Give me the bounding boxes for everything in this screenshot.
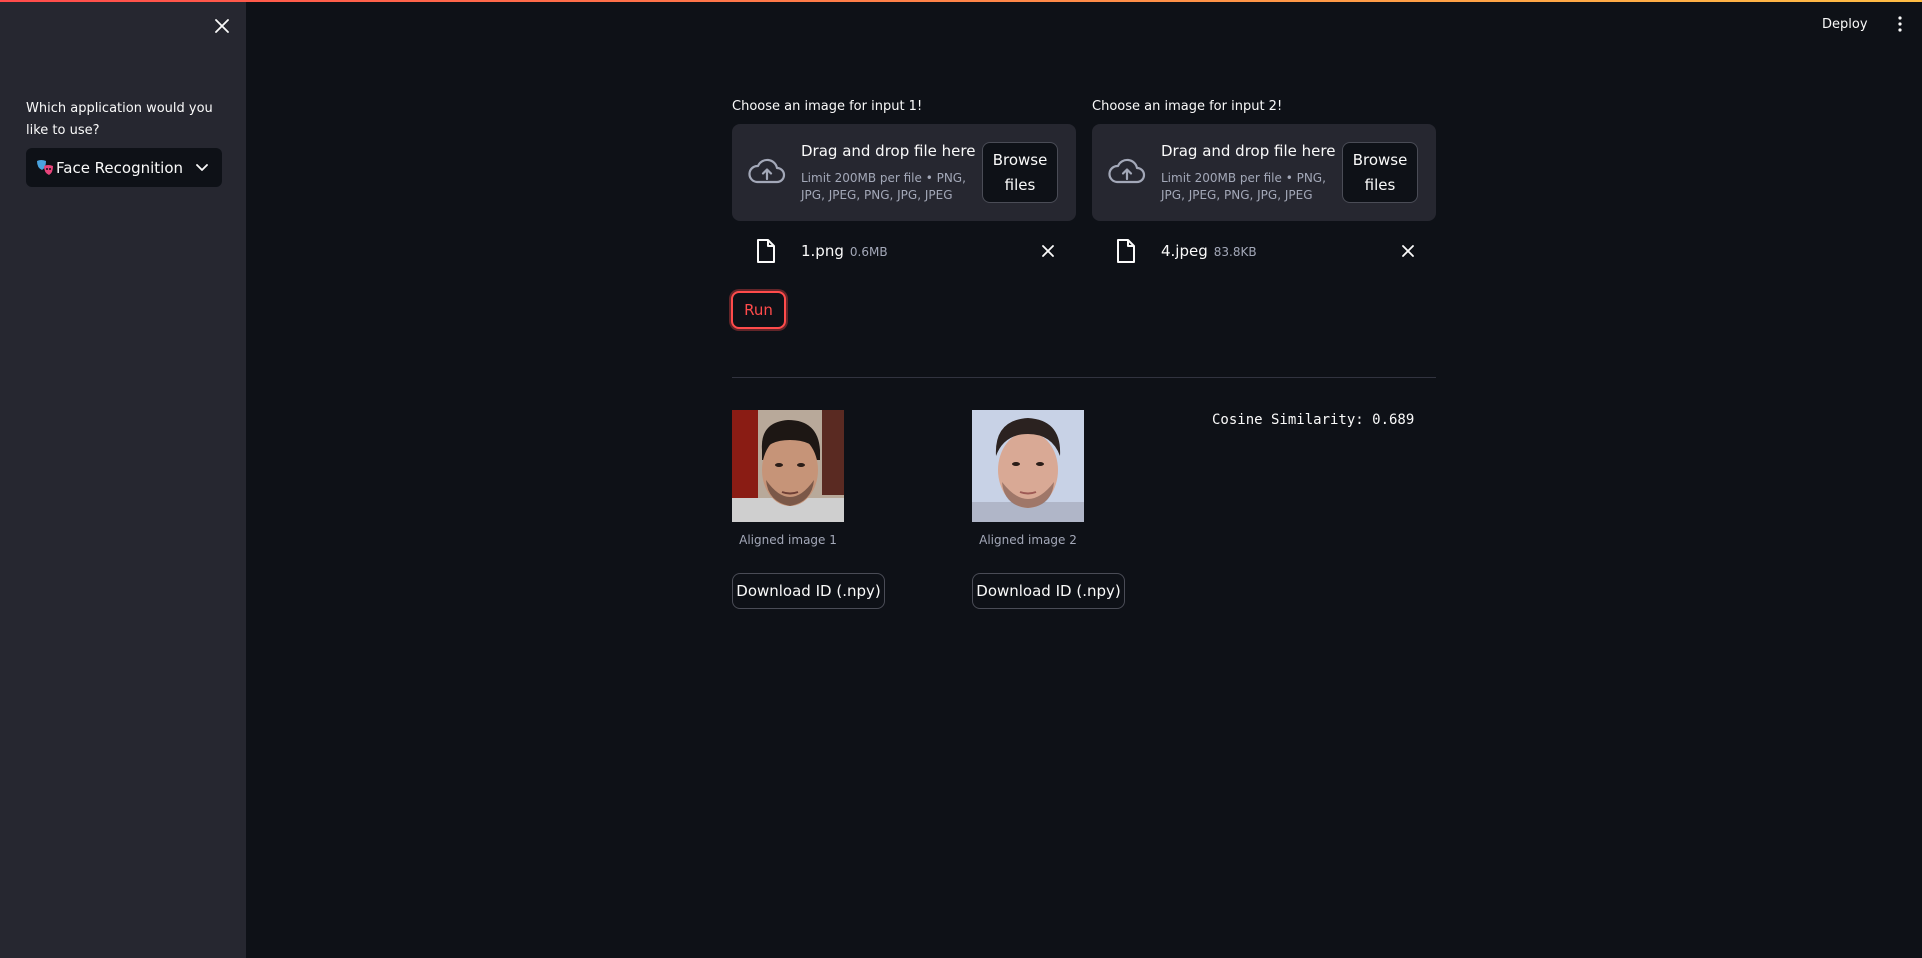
dropzone-limit-text: Limit 200MB per file • PNG, JPG, JPEG, P…: [801, 171, 966, 202]
aligned-image-1-caption: Aligned image 1: [739, 533, 837, 547]
browse-files-button[interactable]: Browse files: [1342, 142, 1418, 203]
close-icon: [1402, 245, 1414, 257]
more-vertical-icon: [1898, 16, 1902, 32]
divider: [732, 377, 1436, 378]
close-icon: [215, 19, 229, 33]
deploy-button[interactable]: Deploy: [1822, 12, 1868, 36]
uploader-1-dropzone[interactable]: Drag and drop file here Limit 200MB per …: [732, 124, 1076, 221]
download-id-button-1[interactable]: Download ID (.npy): [732, 573, 885, 609]
uploader-2-label: Choose an image for input 2!: [1092, 99, 1283, 114]
run-button[interactable]: Run: [731, 291, 786, 329]
download-id-button-2[interactable]: Download ID (.npy): [972, 573, 1125, 609]
close-icon: [1042, 245, 1054, 257]
remove-file-button[interactable]: [1398, 241, 1418, 261]
main-menu-button[interactable]: [1890, 12, 1910, 36]
dropzone-limit-text: Limit 200MB per file • PNG, JPG, JPEG, P…: [1161, 171, 1326, 202]
file-name: 1.png 0.6MB: [801, 242, 888, 260]
aligned-face-image-2: [972, 410, 1084, 522]
file-size: 83.8KB: [1213, 245, 1257, 259]
dropzone-title: Drag and drop file here: [1161, 142, 1336, 160]
app-select-label: Which application would you like to use?: [26, 101, 213, 138]
uploaded-file-2: 4.jpeg 83.8KB: [1092, 236, 1436, 266]
cosine-similarity-text: Cosine Similarity: 0.689: [1212, 412, 1415, 428]
uploader-2-dropzone[interactable]: Drag and drop file here Limit 200MB per …: [1092, 124, 1436, 221]
aligned-image-2-caption: Aligned image 2: [979, 533, 1077, 547]
cloud-upload-icon: [748, 158, 786, 184]
chevron-down-icon: [192, 158, 212, 178]
file-name-text: 4.jpeg: [1161, 242, 1208, 260]
file-size: 0.6MB: [849, 245, 888, 259]
file-icon: [757, 239, 775, 263]
app-select[interactable]: Face Recognition: [26, 148, 222, 187]
file-name: 4.jpeg 83.8KB: [1161, 242, 1257, 260]
browse-files-button[interactable]: Browse files: [982, 142, 1058, 203]
close-sidebar-button[interactable]: [210, 14, 234, 38]
cloud-upload-icon: [1108, 158, 1146, 184]
file-name-text: 1.png: [801, 242, 844, 260]
sidebar: Which application would you like to use?…: [0, 0, 246, 958]
aligned-face-image-1: [732, 410, 844, 522]
dropzone-title: Drag and drop file here: [801, 142, 976, 160]
uploader-1-label: Choose an image for input 1!: [732, 99, 923, 114]
masks-icon: [36, 158, 56, 178]
app-select-value: Face Recognition: [56, 158, 184, 177]
remove-file-button[interactable]: [1038, 241, 1058, 261]
file-icon: [1117, 239, 1135, 263]
uploaded-file-1: 1.png 0.6MB: [732, 236, 1076, 266]
top-decoration-bar: [0, 0, 1922, 2]
